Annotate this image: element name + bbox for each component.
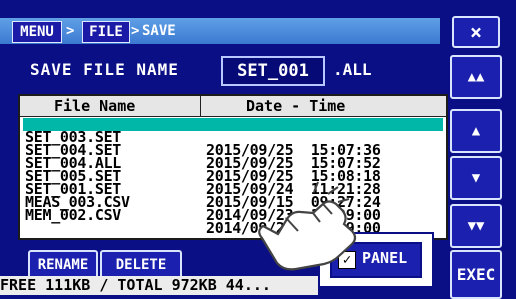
scroll-top-button[interactable]: ▲▲ (450, 55, 502, 99)
file-list[interactable]: File Name Date - Time SET_003.SET 2015/0… (18, 94, 448, 240)
storage-status: FREE 111KB / TOTAL 972KB 44... (0, 276, 318, 295)
breadcrumb-file[interactable]: FILE (82, 21, 130, 43)
hand-pointer-icon (258, 181, 357, 271)
double-down-icon: ▼▼ (467, 218, 485, 234)
scroll-down-button[interactable]: ▼ (450, 156, 502, 200)
file-name-cell: MEM_002.CSV (25, 206, 122, 224)
double-up-icon: ▲▲ (467, 69, 485, 85)
save-file-name-field[interactable]: SET_001 (221, 56, 325, 86)
close-button[interactable]: × (452, 16, 500, 48)
up-arrow-icon: ▲ (471, 123, 481, 139)
table-row[interactable]: MEM_002.CSV 2014/09/23 12:09:00 (23, 196, 443, 236)
close-icon: × (469, 20, 483, 44)
table-row[interactable]: SET_005.SET 2015/09/24 11:21:28 (23, 157, 443, 197)
header-divider (200, 96, 201, 116)
table-row[interactable]: SET_004.SET 2015/09/25 15:07:52 (23, 131, 443, 171)
table-row[interactable]: MEAS_003.CSV 2014/09/23 12:09:00 (23, 183, 443, 223)
breadcrumb-save: SAVE (142, 23, 176, 39)
down-arrow-icon: ▼ (471, 170, 481, 186)
breadcrumb-separator-2: > (131, 23, 140, 39)
breadcrumb-menu[interactable]: MENU (12, 21, 62, 43)
screen: MENU > FILE > SAVE × SAVE FILE NAME SET_… (0, 0, 516, 299)
table-row[interactable]: SET_004.ALL 2015/09/25 15:08:18 (23, 144, 443, 184)
date-time-header: Date - Time (246, 97, 346, 115)
file-list-rows: SET_003.SET 2015/09/25 15:07:36 SET_004.… (23, 118, 443, 236)
file-extension-label: .ALL (333, 60, 372, 79)
file-list-header: File Name Date - Time (20, 96, 446, 117)
file-name-header: File Name (54, 97, 136, 115)
scroll-up-button[interactable]: ▲ (450, 109, 502, 153)
table-row[interactable]: SET_001.SET 2015/09/15 09:27:24 (23, 170, 443, 210)
panel-label: PANEL (362, 249, 408, 267)
scroll-bottom-button[interactable]: ▼▼ (450, 204, 502, 248)
table-row[interactable]: SET_003.SET 2015/09/25 15:07:36 (23, 118, 443, 158)
exec-button[interactable]: EXEC (450, 250, 502, 299)
breadcrumb-separator: > (66, 23, 75, 39)
save-file-name-label: SAVE FILE NAME (30, 60, 179, 79)
